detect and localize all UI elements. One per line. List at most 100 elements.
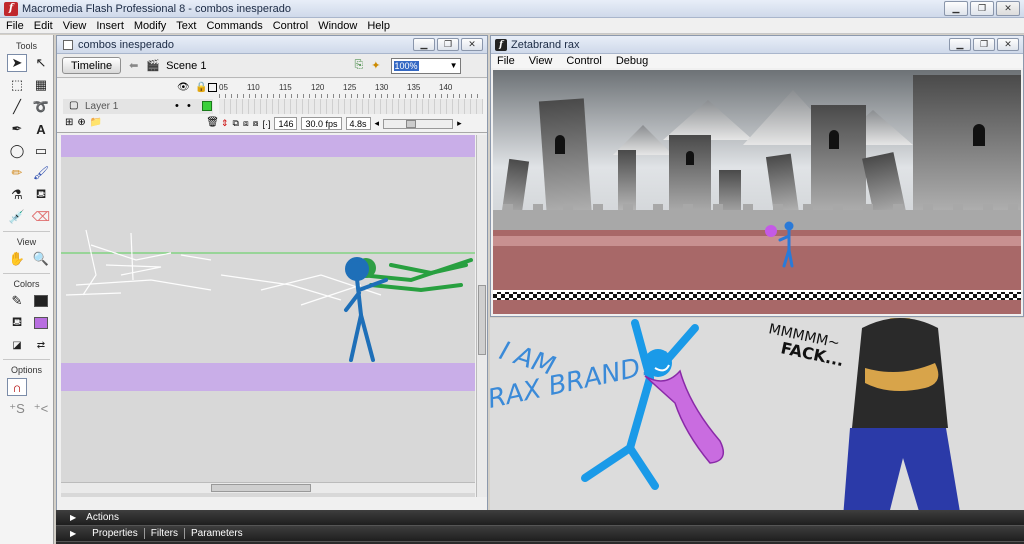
menu-help[interactable]: Help bbox=[367, 20, 390, 32]
zoom-tool-icon[interactable]: 🔍 bbox=[31, 250, 51, 268]
fill-color-swatch[interactable] bbox=[31, 314, 51, 332]
ink-bottle-tool-icon[interactable]: ⚗ bbox=[7, 186, 27, 204]
frame-rate[interactable]: 30.0 fps bbox=[301, 117, 342, 130]
tab-filters[interactable]: Filters bbox=[145, 528, 185, 539]
frame-ruler[interactable]: 05 110 115 120 125 130 135 140 bbox=[219, 81, 487, 98]
center-frame-icon[interactable]: ⇕ bbox=[221, 118, 229, 129]
fill-transform-tool-icon[interactable]: ▦ bbox=[31, 76, 51, 94]
outline-icon[interactable] bbox=[208, 83, 217, 92]
menu-control[interactable]: Control bbox=[273, 20, 308, 32]
modify-onion-markers-icon[interactable]: [·] bbox=[262, 119, 270, 129]
delete-layer-icon[interactable]: 🗑 bbox=[206, 117, 219, 128]
onion-skin-outlines-icon[interactable]: ⧈ bbox=[243, 118, 249, 129]
pencil-tool-icon[interactable]: ✏ bbox=[7, 164, 27, 182]
tools-panel: Tools ➤ ↖ ⬚ ▦ ╱ ➰ ✒ A ◯ ▭ ✏ 🖌 ⚗ ⛾ 💉 ⌫ Vi… bbox=[0, 35, 54, 544]
restore-button[interactable]: ❐ bbox=[970, 1, 994, 16]
oval-tool-icon[interactable]: ◯ bbox=[7, 142, 27, 160]
menu-edit[interactable]: Edit bbox=[34, 20, 53, 32]
swap-colors-icon[interactable]: ⇄ bbox=[31, 336, 51, 354]
selection-tool-icon[interactable]: ➤ bbox=[7, 54, 27, 72]
rectangle-tool-icon[interactable]: ▭ bbox=[31, 142, 51, 160]
lock-icon[interactable]: 🔒 bbox=[195, 82, 207, 93]
layer-icon: ▢ bbox=[69, 100, 79, 111]
document-titlebar: combos inesperado ▁ ❐ ✕ bbox=[57, 36, 487, 54]
brush-tool-icon[interactable]: 🖌 bbox=[31, 164, 51, 182]
edit-scene-icon[interactable]: ⎘ bbox=[354, 59, 363, 72]
tab-properties[interactable]: Properties bbox=[86, 528, 145, 539]
stage-horizontal-scrollbar[interactable] bbox=[61, 482, 475, 493]
swf-close-button[interactable]: ✕ bbox=[997, 38, 1019, 51]
stroke-color-icon[interactable]: ✎ bbox=[7, 292, 27, 310]
text-tool-icon[interactable]: A bbox=[31, 120, 51, 138]
menu-file[interactable]: File bbox=[6, 20, 24, 32]
minimize-button[interactable]: ▁ bbox=[944, 1, 968, 16]
menu-view[interactable]: View bbox=[63, 20, 87, 32]
smooth-icon[interactable]: ⁺S bbox=[7, 400, 27, 418]
timeline-scrollbar[interactable] bbox=[383, 118, 454, 129]
swf-menu-control[interactable]: Control bbox=[566, 55, 601, 67]
hand-tool-icon[interactable]: ✋ bbox=[7, 250, 27, 268]
stroke-color-swatch[interactable] bbox=[31, 292, 51, 310]
eraser-tool-icon[interactable]: ⌫ bbox=[31, 208, 51, 226]
fill-color-icon[interactable]: ⛾ bbox=[7, 314, 27, 332]
app-titlebar: f Macromedia Flash Professional 8 - comb… bbox=[0, 0, 1024, 18]
document-title: combos inesperado bbox=[78, 38, 175, 51]
free-transform-tool-icon[interactable]: ⬚ bbox=[7, 76, 27, 94]
close-button[interactable]: ✕ bbox=[996, 1, 1020, 16]
menu-insert[interactable]: Insert bbox=[96, 20, 124, 32]
doc-close-button[interactable]: ✕ bbox=[461, 38, 483, 51]
add-layer-folder-icon[interactable]: 📁 bbox=[90, 117, 102, 128]
default-colors-icon[interactable]: ◪ bbox=[7, 336, 27, 354]
pen-tool-icon[interactable]: ✒ bbox=[7, 120, 27, 138]
eye-icon[interactable]: 👁 bbox=[177, 82, 190, 93]
options-label: Options bbox=[10, 365, 43, 375]
view-label: View bbox=[16, 237, 37, 247]
edit-symbols-icon[interactable]: ✦ bbox=[371, 59, 380, 72]
menu-window[interactable]: Window bbox=[318, 20, 357, 32]
swf-movie-area[interactable] bbox=[493, 70, 1021, 314]
layer-lock-dot[interactable]: • bbox=[187, 100, 191, 112]
frames-row[interactable] bbox=[219, 99, 483, 114]
onion-skin-icon[interactable]: ⧉ bbox=[233, 118, 239, 129]
lasso-tool-icon[interactable]: ➰ bbox=[31, 98, 51, 116]
artwork-area: I AM RAX BRAND!!! MMMMM~ FACK... bbox=[485, 260, 1024, 518]
layer-visible-dot[interactable]: • bbox=[175, 100, 179, 112]
expand-triangle-icon: ▶ bbox=[70, 529, 77, 538]
man-character bbox=[843, 260, 961, 518]
swf-menu-debug[interactable]: Debug bbox=[616, 55, 648, 67]
layer-row[interactable]: ▢ Layer 1 • • bbox=[63, 99, 213, 114]
menu-text[interactable]: Text bbox=[176, 20, 196, 32]
subselection-tool-icon[interactable]: ↖ bbox=[31, 54, 51, 72]
edit-multiple-frames-icon[interactable]: ⧇ bbox=[253, 118, 259, 129]
layer-outline-color-icon[interactable] bbox=[202, 101, 212, 111]
flash-player-icon: f bbox=[495, 38, 507, 51]
tab-parameters[interactable]: Parameters bbox=[185, 528, 249, 539]
straighten-icon[interactable]: ⁺< bbox=[31, 400, 51, 418]
doc-minimize-button[interactable]: ▁ bbox=[413, 38, 435, 51]
stage-canvas[interactable] bbox=[61, 135, 475, 497]
add-layer-icon[interactable]: ⊞ bbox=[65, 117, 73, 128]
zoom-select[interactable]: 100% ▼ bbox=[390, 57, 461, 74]
tools-label: Tools bbox=[15, 41, 37, 51]
stage-vertical-scrollbar[interactable] bbox=[476, 135, 487, 497]
timeline-toggle-button[interactable]: Timeline bbox=[62, 57, 122, 74]
swf-minimize-button[interactable]: ▁ bbox=[949, 38, 971, 51]
swf-player-window: f Zetabrand rax ▁ ❐ ✕ File View Control … bbox=[490, 35, 1024, 317]
line-tool-icon[interactable]: ╱ bbox=[7, 98, 27, 116]
current-frame: 146 bbox=[274, 117, 298, 130]
eyedropper-tool-icon[interactable]: 💉 bbox=[7, 208, 27, 226]
swf-menu-file[interactable]: File bbox=[497, 55, 515, 67]
add-guide-layer-icon[interactable]: ⊕ bbox=[77, 117, 85, 128]
swf-restore-button[interactable]: ❐ bbox=[973, 38, 995, 51]
paint-bucket-tool-icon[interactable]: ⛾ bbox=[31, 186, 51, 204]
doc-restore-button[interactable]: ❐ bbox=[437, 38, 459, 51]
menu-commands[interactable]: Commands bbox=[206, 20, 262, 32]
timeline-scroll-right-icon[interactable]: ▸ bbox=[457, 118, 462, 129]
swf-menu-view[interactable]: View bbox=[529, 55, 553, 67]
menu-modify[interactable]: Modify bbox=[134, 20, 166, 32]
snap-to-objects-icon[interactable]: ∩ bbox=[7, 378, 27, 396]
properties-panel-header[interactable]: ▶ Properties Filters Parameters bbox=[56, 526, 1024, 542]
back-arrow-icon[interactable]: ⬅ bbox=[129, 59, 138, 72]
actions-panel-header[interactable]: ▶ Actions bbox=[56, 510, 1024, 526]
timeline-scroll-left-icon[interactable]: ◂ bbox=[375, 118, 380, 129]
